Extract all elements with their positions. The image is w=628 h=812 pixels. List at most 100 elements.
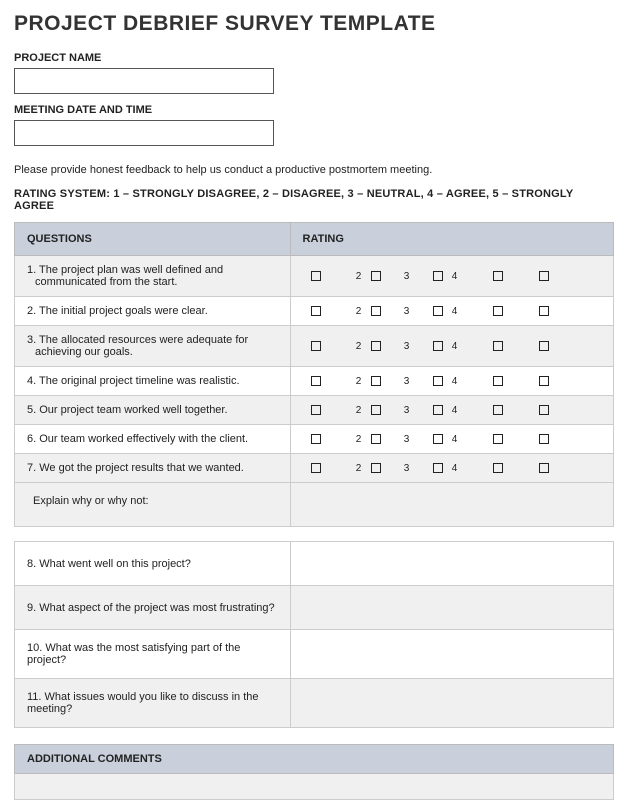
question-text: achieving our goals. — [27, 346, 278, 358]
question-text: 1. The project plan was well defined and — [27, 264, 223, 276]
rating-checkbox-4[interactable] — [493, 271, 503, 281]
instructions-text: Please provide honest feedback to help u… — [14, 164, 614, 176]
rating-checkbox-1[interactable] — [311, 405, 321, 415]
rating-checkbox-5[interactable] — [539, 341, 549, 351]
table-row: 1. The project plan was well defined and… — [15, 256, 614, 297]
rating-checkbox-4[interactable] — [493, 405, 503, 415]
project-name-input[interactable] — [14, 68, 274, 94]
question-cell: 1. The project plan was well defined and… — [15, 256, 291, 297]
rating-cell: 2 3 4 — [290, 297, 613, 326]
question-cell: 5. Our project team worked well together… — [15, 396, 291, 425]
rating-checkbox-2[interactable] — [371, 341, 381, 351]
table-row: 4. The original project timeline was rea… — [15, 367, 614, 396]
rating-number: 2 — [355, 463, 363, 474]
question-text: 5. Our project team worked well together… — [27, 404, 228, 416]
question-text: 6. Our team worked effectively with the … — [27, 433, 248, 445]
rating-checkbox-2[interactable] — [371, 405, 381, 415]
additional-comments-header: ADDITIONAL COMMENTS — [14, 744, 614, 774]
rating-number: 4 — [451, 271, 459, 282]
open-answer-cell[interactable] — [290, 630, 613, 679]
question-cell: 4. The original project timeline was rea… — [15, 367, 291, 396]
rating-checkbox-5[interactable] — [539, 405, 549, 415]
rating-number: 3 — [403, 434, 411, 445]
rating-checkbox-3[interactable] — [433, 434, 443, 444]
question-text: communicated from the start. — [27, 276, 278, 288]
explain-row: Explain why or why not: — [15, 483, 614, 527]
rating-number: 2 — [355, 376, 363, 387]
rating-number: 4 — [451, 341, 459, 352]
rating-cell: 2 3 4 — [290, 396, 613, 425]
open-answer-cell[interactable] — [290, 586, 613, 630]
rating-checkbox-5[interactable] — [539, 434, 549, 444]
rating-checkbox-4[interactable] — [493, 463, 503, 473]
rating-checkbox-3[interactable] — [433, 405, 443, 415]
header-rating: RATING — [290, 223, 613, 256]
rating-checkbox-5[interactable] — [539, 376, 549, 386]
page-title: PROJECT DEBRIEF SURVEY TEMPLATE — [14, 12, 614, 36]
rating-checkbox-2[interactable] — [371, 306, 381, 316]
rating-number: 3 — [403, 376, 411, 387]
rating-checkbox-1[interactable] — [311, 434, 321, 444]
rating-checkbox-4[interactable] — [493, 434, 503, 444]
table-row: 7. We got the project results that we wa… — [15, 454, 614, 483]
rating-number: 3 — [403, 271, 411, 282]
open-answer-cell[interactable] — [290, 679, 613, 728]
rating-checkbox-1[interactable] — [311, 376, 321, 386]
rating-number: 2 — [355, 341, 363, 352]
rating-checkbox-2[interactable] — [371, 434, 381, 444]
rating-cell: 2 3 4 — [290, 367, 613, 396]
rating-checkbox-3[interactable] — [433, 463, 443, 473]
rating-checkbox-2[interactable] — [371, 463, 381, 473]
rating-checkbox-5[interactable] — [539, 306, 549, 316]
rating-cell: 2 3 4 — [290, 256, 613, 297]
rating-number: 4 — [451, 463, 459, 474]
rating-checkbox-5[interactable] — [539, 463, 549, 473]
rating-number: 3 — [403, 341, 411, 352]
explain-input-cell[interactable] — [290, 483, 613, 527]
rating-number: 2 — [355, 271, 363, 282]
additional-comments-body[interactable] — [14, 774, 614, 800]
rating-cell: 234 — [290, 425, 613, 454]
rating-number: 4 — [451, 434, 459, 445]
table-row: 3. The allocated resources were adequate… — [15, 326, 614, 367]
rating-number: 2 — [355, 306, 363, 317]
question-text: 3. The allocated resources were adequate… — [27, 334, 248, 346]
rating-checkbox-2[interactable] — [371, 376, 381, 386]
rating-checkbox-4[interactable] — [493, 341, 503, 351]
rating-checkbox-1[interactable] — [311, 341, 321, 351]
table-row: 2. The initial project goals were clear.… — [15, 297, 614, 326]
open-answer-cell[interactable] — [290, 542, 613, 586]
question-cell: 3. The allocated resources were adequate… — [15, 326, 291, 367]
question-cell: 7. We got the project results that we wa… — [15, 454, 291, 483]
explain-label: Explain why or why not: — [15, 483, 291, 527]
rating-number: 2 — [355, 405, 363, 416]
rating-number: 4 — [451, 405, 459, 416]
rating-checkbox-3[interactable] — [433, 376, 443, 386]
meeting-datetime-label: MEETING DATE AND TIME — [14, 104, 614, 116]
rating-checkbox-4[interactable] — [493, 376, 503, 386]
meeting-datetime-input[interactable] — [14, 120, 274, 146]
open-question-cell: 10. What was the most satisfying part of… — [15, 630, 291, 679]
rating-checkbox-2[interactable] — [371, 271, 381, 281]
question-text: 4. The original project timeline was rea… — [27, 375, 240, 387]
rating-number: 3 — [403, 405, 411, 416]
rating-checkbox-3[interactable] — [433, 306, 443, 316]
rating-checkbox-4[interactable] — [493, 306, 503, 316]
rating-number: 3 — [403, 306, 411, 317]
table-row: 5. Our project team worked well together… — [15, 396, 614, 425]
rating-checkbox-1[interactable] — [311, 463, 321, 473]
rating-number: 4 — [451, 306, 459, 317]
rating-checkbox-3[interactable] — [433, 341, 443, 351]
question-text: 2. The initial project goals were clear. — [27, 305, 208, 317]
open-questions-table: 8. What went well on this project?9. Wha… — [14, 541, 614, 728]
table-row: 8. What went well on this project? — [15, 542, 614, 586]
project-name-label: PROJECT NAME — [14, 52, 614, 64]
rating-checkbox-1[interactable] — [311, 271, 321, 281]
survey-table: QUESTIONS RATING 1. The project plan was… — [14, 222, 614, 527]
rating-checkbox-5[interactable] — [539, 271, 549, 281]
question-text: 7. We got the project results that we wa… — [27, 462, 244, 474]
rating-checkbox-1[interactable] — [311, 306, 321, 316]
rating-checkbox-3[interactable] — [433, 271, 443, 281]
table-row: 9. What aspect of the project was most f… — [15, 586, 614, 630]
rating-number: 4 — [451, 376, 459, 387]
